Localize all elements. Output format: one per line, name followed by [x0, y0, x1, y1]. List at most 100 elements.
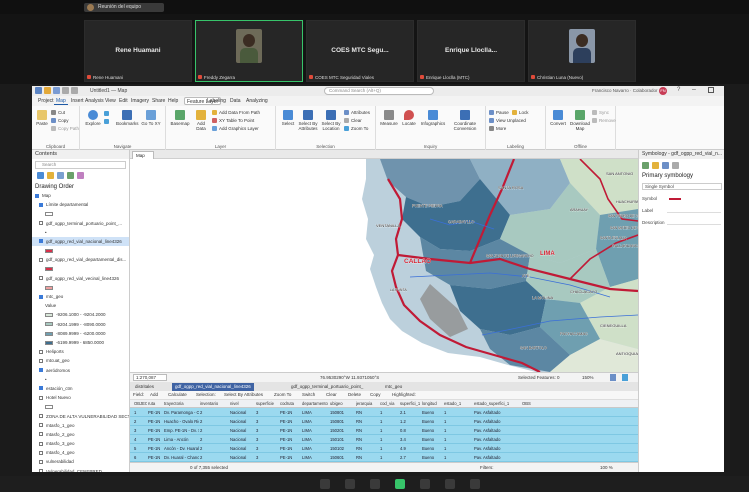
- bookmarks-button[interactable]: Bookmarks: [116, 110, 139, 126]
- column-header[interactable]: estado_1: [444, 401, 473, 406]
- column-header[interactable]: departamento: [302, 401, 329, 406]
- help-icon[interactable]: ?: [677, 87, 680, 93]
- layer-visibility-checkbox[interactable]: [39, 368, 43, 373]
- layer-item[interactable]: gdf_ogpp_red_vial_vecinal_line4326: [32, 274, 129, 283]
- participant-tile[interactable]: Enrique Lloclla... Enrique Lloclla (MTC): [417, 20, 525, 82]
- table-tab[interactable]: mtc_geo: [382, 383, 405, 391]
- add-graphics-layer-button[interactable]: Add Graphics Layer: [212, 125, 259, 132]
- layer-item[interactable]: •: [32, 375, 129, 384]
- layer-item[interactable]: -9204.1999 - -8090.0000: [32, 320, 129, 329]
- more-labeling-button[interactable]: More: [489, 125, 506, 132]
- tab-help[interactable]: Help: [166, 97, 180, 105]
- reactions-icon[interactable]: [470, 479, 480, 489]
- layer-item[interactable]: -8089.9999 - -6200.0000: [32, 329, 129, 338]
- table-toolbar-item[interactable]: Calculate: [168, 392, 187, 397]
- basemap-button[interactable]: Basemap: [170, 110, 190, 126]
- symbology-type-select[interactable]: Single Symbol: [642, 183, 722, 190]
- share-screen-icon[interactable]: [370, 479, 380, 489]
- redo-icon[interactable]: [71, 87, 78, 94]
- list-by-snapping-icon[interactable]: [77, 172, 84, 179]
- explore-button[interactable]: Explore: [84, 110, 102, 126]
- layer-item[interactable]: [32, 283, 129, 292]
- minimize-icon[interactable]: –: [692, 86, 696, 93]
- add-data-button[interactable]: Add Data: [192, 110, 210, 131]
- select-by-attributes-button[interactable]: Select By Attributes: [297, 110, 319, 131]
- attributes-button[interactable]: Attributes: [344, 109, 370, 116]
- column-header[interactable]: jerarquia: [356, 401, 379, 406]
- camera-icon[interactable]: [345, 479, 355, 489]
- layer-item[interactable]: Value: [32, 301, 129, 310]
- table-zoom[interactable]: 100 %: [600, 465, 613, 470]
- list-by-drawing-order-icon[interactable]: [37, 172, 44, 179]
- map-tab[interactable]: Map: [132, 151, 154, 159]
- locate-button[interactable]: Locate: [400, 110, 418, 126]
- map-scale[interactable]: 1:270,087: [133, 374, 167, 381]
- tab-view[interactable]: View: [103, 97, 118, 105]
- tab-data[interactable]: Data: [228, 97, 243, 105]
- column-header[interactable]: estado_superfici_1: [474, 401, 521, 406]
- layer-item[interactable]: [32, 265, 129, 274]
- layer-visibility-checkbox[interactable]: [39, 423, 43, 428]
- zoom-to-selection-button[interactable]: Zoom To: [344, 125, 368, 132]
- table-toolbar-item[interactable]: Add: [150, 392, 158, 397]
- label-input[interactable]: [667, 212, 721, 213]
- table-toolbar-item[interactable]: Zoom To: [274, 392, 291, 397]
- symbol-swatch[interactable]: [669, 198, 681, 200]
- sync-button[interactable]: Sync: [592, 109, 609, 116]
- tab-project[interactable]: Project: [36, 97, 56, 105]
- participant-tile[interactable]: COES MTC Segu... COES MTC Seguridad Viale…: [306, 20, 414, 82]
- list-by-source-icon[interactable]: [47, 172, 54, 179]
- new-project-icon[interactable]: [35, 87, 42, 94]
- column-header[interactable]: OBJECTID: [134, 401, 147, 406]
- layer-visibility-checkbox[interactable]: [39, 469, 43, 472]
- layer-item[interactable]: vulnerabilidad: [32, 457, 129, 466]
- table-toolbar-item[interactable]: Switch: [302, 392, 315, 397]
- layer-item[interactable]: ZONA DE ALTA VULNERABILIDAD SECT...: [32, 412, 129, 421]
- layer-item[interactable]: [32, 402, 129, 411]
- clear-selection-button[interactable]: Clear: [344, 117, 362, 124]
- layer-item[interactable]: mtasfo_3_geo: [32, 439, 129, 448]
- column-header[interactable]: superfici_1: [400, 401, 421, 406]
- layer-item[interactable]: aeródromos: [32, 366, 129, 375]
- convert-button[interactable]: Convert: [549, 110, 567, 126]
- tab-edit[interactable]: Edit: [117, 97, 130, 105]
- layer-item[interactable]: mtasfo_1_geo: [32, 421, 129, 430]
- map-view[interactable]: Map SAN ANTONIO SANTA ROSA CARABAYLLO SA…: [130, 150, 638, 372]
- column-header[interactable]: nivel: [230, 401, 255, 406]
- layer-item[interactable]: -6199.9999 - 6850.0000: [32, 338, 129, 347]
- primary-symbology-icon[interactable]: [642, 162, 649, 169]
- column-header[interactable]: inventario: [200, 401, 229, 406]
- add-data-from-path-button[interactable]: Add Data From Path: [212, 109, 260, 116]
- list-by-selection-icon[interactable]: [57, 172, 64, 179]
- layer-visibility-checkbox[interactable]: [39, 450, 43, 455]
- table-row[interactable]: 4 PE-1N Lima - Ancón 2 Nacional 3 PE-1N LIMA 150…: [130, 435, 638, 444]
- layer-visibility-checkbox[interactable]: [39, 432, 43, 437]
- lock-labels-button[interactable]: Lock: [512, 109, 529, 116]
- tab-map[interactable]: Map: [54, 97, 68, 105]
- undo-icon[interactable]: [62, 87, 69, 94]
- table-row[interactable]: 1PE-1NDv. Paramonga - Ovalo Rio...2Nacio…: [130, 408, 638, 417]
- layer-visibility-checkbox[interactable]: [39, 459, 43, 464]
- layer-item[interactable]: mtasfo_4_geo: [32, 448, 129, 457]
- layer-item[interactable]: gdf_ogpp_red_vial_nacional_line4326: [32, 236, 129, 247]
- chat-icon[interactable]: [445, 479, 455, 489]
- symbol-layers-icon[interactable]: [662, 162, 669, 169]
- layer-item[interactable]: mtc_geo: [32, 292, 129, 301]
- paste-button[interactable]: Paste: [35, 110, 49, 126]
- participant-tile[interactable]: Christian Luna (Nuevo): [528, 20, 636, 82]
- select-by-location-button[interactable]: Select By Location: [320, 110, 342, 131]
- layer-visibility-checkbox[interactable]: [39, 441, 43, 446]
- layer-visibility-checkbox[interactable]: [39, 202, 43, 207]
- layer-visibility-checkbox[interactable]: [39, 414, 43, 418]
- vary-symbology-icon[interactable]: [652, 162, 659, 169]
- layer-item[interactable]: gdf_ogpp_terminal_portuario_point_...: [32, 219, 129, 228]
- layer-item[interactable]: mtasfo_2_geo: [32, 430, 129, 439]
- remove-button[interactable]: Remove: [592, 117, 616, 124]
- go-to-xy-button[interactable]: Go To XY: [140, 110, 162, 126]
- tab-analyzing[interactable]: Analyzing: [244, 97, 270, 105]
- table-toolbar-item[interactable]: Copy: [370, 392, 381, 397]
- layer-item[interactable]: Heliports: [32, 347, 129, 356]
- layer-visibility-checkbox[interactable]: [39, 239, 43, 244]
- user-name[interactable]: Francisco Navarro · Colaborador: [592, 88, 658, 93]
- layer-item[interactable]: •: [32, 228, 129, 237]
